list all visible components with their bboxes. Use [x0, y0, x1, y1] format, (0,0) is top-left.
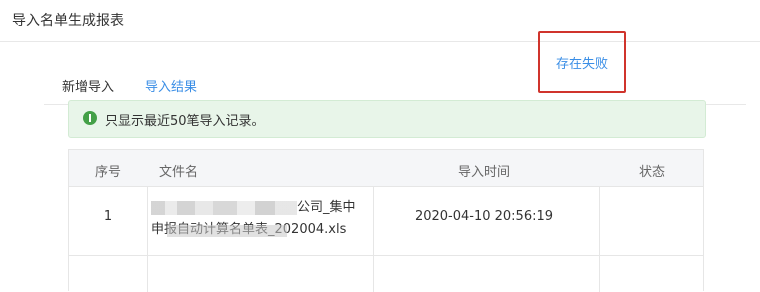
- tab-import-results[interactable]: 导入结果: [132, 76, 210, 105]
- page-title: 导入名单生成报表: [12, 13, 124, 29]
- row-import-time: 2020-04-10 20:56:19: [414, 209, 554, 224]
- header-index: 序号: [94, 165, 121, 180]
- filename-part1: 公司_集中: [297, 200, 356, 215]
- tab-new-import[interactable]: 新增导入: [58, 76, 118, 102]
- status-link[interactable]: 存在失败: [540, 53, 624, 72]
- table-header: 序号 文件名 导入时间 状态: [69, 150, 703, 187]
- row-filename: 公司_集中 申报自动计算名单表_202004.xls: [151, 197, 369, 241]
- row-index: 1: [103, 209, 113, 224]
- header-status: 状态: [638, 165, 665, 180]
- import-results-table: 序号 文件名 导入时间 状态 1 公司_集中 申报自动计算名单表_202004.…: [68, 149, 704, 292]
- table-row: 1 公司_集中 申报自动计算名单表_202004.xls 2020-04-10 …: [69, 187, 703, 256]
- redacted-overlay: [167, 225, 287, 237]
- info-alert: 只显示最近50笔导入记录。: [68, 100, 706, 138]
- header-filename: 文件名: [159, 165, 199, 180]
- redacted-text: [151, 200, 297, 215]
- header-import-time: 导入时间: [457, 165, 510, 180]
- alert-message: 只显示最近50笔导入记录。: [105, 114, 265, 129]
- top-bar: 导入名单生成报表: [0, 0, 760, 42]
- status-highlight-box: 存在失败: [538, 31, 626, 93]
- success-info-icon: [83, 111, 97, 125]
